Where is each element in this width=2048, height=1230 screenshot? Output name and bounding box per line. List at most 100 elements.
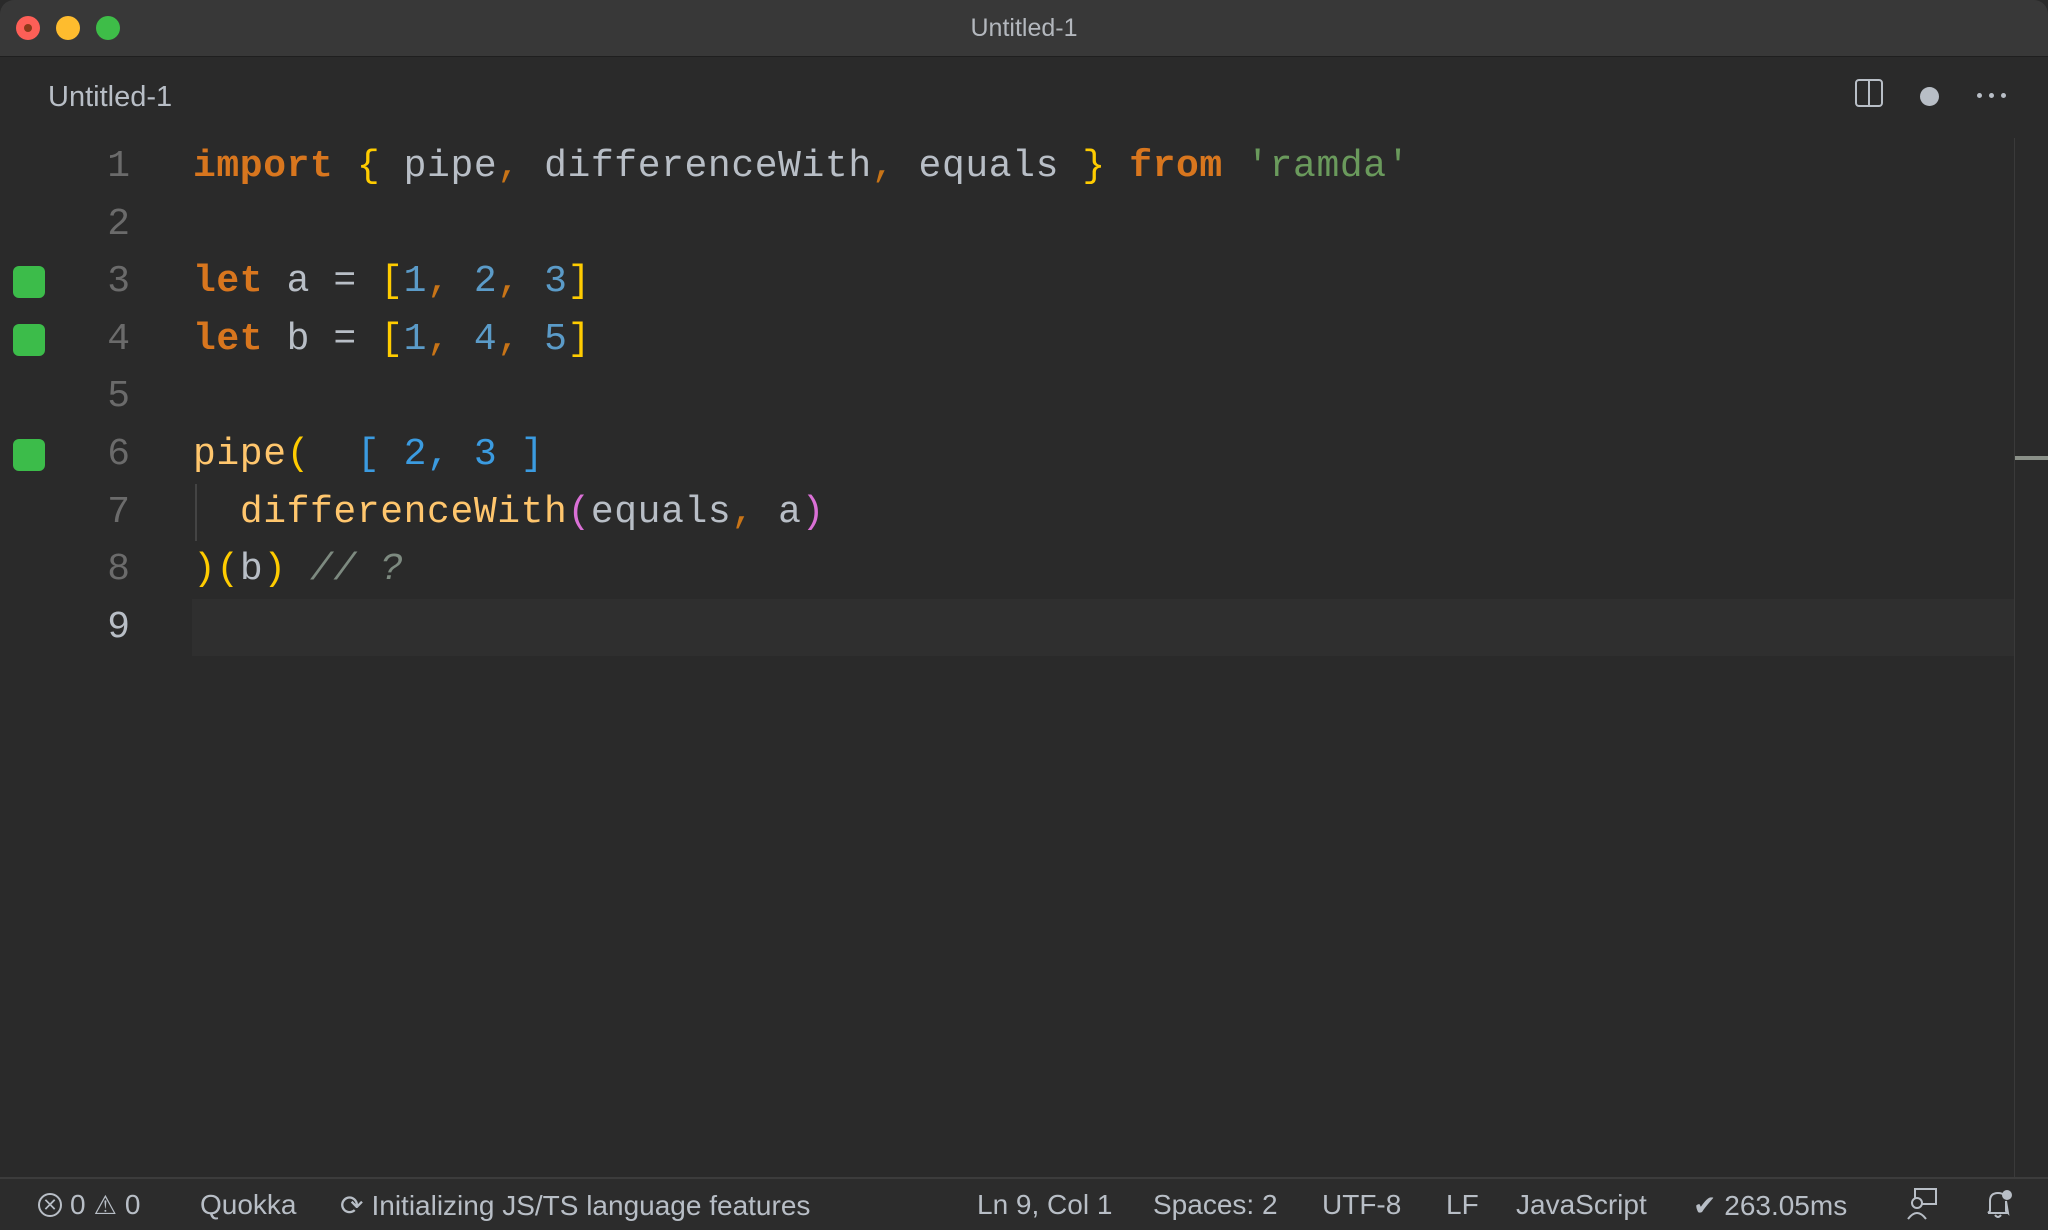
code-line[interactable]: 7 differenceWith(equals, a) xyxy=(0,483,2014,542)
code-token: , xyxy=(427,317,451,361)
code-token: , xyxy=(497,317,521,361)
title-bar: Untitled-1 xyxy=(0,0,2048,57)
line-number: 7 xyxy=(107,490,130,534)
code-token: [ xyxy=(380,260,404,304)
editor-tab-bar: Untitled-1 xyxy=(0,57,2048,137)
problems-indicator[interactable]: ✕ 0 ⚠ 0 xyxy=(38,1189,140,1221)
code-token: ( xyxy=(286,433,311,476)
code-token: equals xyxy=(590,490,732,534)
code-token: , xyxy=(497,260,521,304)
split-editor-icon[interactable] xyxy=(1855,79,1883,107)
quokka-status[interactable]: Quokka xyxy=(200,1189,297,1221)
more-actions-icon[interactable] xyxy=(1977,93,2007,99)
line-number: 9 xyxy=(107,605,130,649)
code-line[interactable]: 2 xyxy=(0,196,2014,254)
code-token: let xyxy=(193,317,264,361)
encoding[interactable]: UTF-8 xyxy=(1322,1189,1401,1221)
code-token: { xyxy=(356,145,381,188)
code-token: pipe xyxy=(380,145,498,188)
language-mode[interactable]: JavaScript xyxy=(1516,1189,1647,1221)
line-code[interactable]: pipe( [ 2, 3 ] xyxy=(193,426,544,484)
indentation[interactable]: Spaces: 2 xyxy=(1153,1189,1278,1221)
code-token: 'ramda' xyxy=(1246,145,1411,188)
cursor-position-marker xyxy=(2015,456,2048,460)
quokka-timing[interactable]: ✔ 263.05ms xyxy=(1693,1189,1847,1222)
code-line[interactable]: 5 xyxy=(0,368,2014,426)
line-number: 8 xyxy=(107,548,130,592)
line-number: 5 xyxy=(107,375,130,419)
current-line-highlight xyxy=(192,598,2014,657)
code-token: a = xyxy=(263,260,381,304)
quokka-coverage-marker[interactable] xyxy=(13,266,45,299)
code-line[interactable]: 9 xyxy=(0,598,2014,657)
code-token: , xyxy=(731,490,755,534)
code-token: 5 xyxy=(544,317,568,361)
code-token: equals xyxy=(895,145,1083,188)
line-ending[interactable]: LF xyxy=(1446,1189,1479,1221)
tab-untitled-1[interactable]: Untitled-1 xyxy=(48,81,172,114)
code-token: ) xyxy=(193,548,217,592)
code-token: ) xyxy=(263,548,287,592)
line-code[interactable]: let a = [1, 2, 3] xyxy=(193,253,591,311)
code-token: [ xyxy=(380,317,404,361)
code-token: , xyxy=(427,260,451,304)
status-bar: ✕ 0 ⚠ 0 Quokka ⟳ Initializing JS/TS lang… xyxy=(0,1177,2048,1230)
code-token: 3 xyxy=(544,260,568,304)
quokka-inline-result: [ 2, 3 ] xyxy=(310,433,545,476)
code-token: 2 xyxy=(473,260,498,304)
code-token: differenceWith xyxy=(239,490,568,534)
code-token: let xyxy=(193,260,264,304)
notifications-bell-icon[interactable] xyxy=(1982,1187,2016,1221)
error-count: 0 xyxy=(70,1189,86,1220)
code-token: ( xyxy=(567,490,591,534)
code-token: , xyxy=(871,145,896,188)
cursor-position[interactable]: Ln 9, Col 1 xyxy=(977,1189,1112,1221)
code-line[interactable]: 1 import { pipe, differenceWith, equals }… xyxy=(0,138,2014,196)
line-code[interactable]: differenceWith(equals, a) xyxy=(193,484,825,542)
code-token: ] xyxy=(567,317,591,361)
code-line[interactable]: 8)(b) // ? xyxy=(0,541,2014,599)
window-title: Untitled-1 xyxy=(970,14,1078,42)
code-token: from xyxy=(1129,145,1223,188)
code-token: 1 xyxy=(403,260,428,304)
line-number: 3 xyxy=(107,260,130,304)
code-line[interactable]: 3 let a = [1, 2, 3] xyxy=(0,253,2014,311)
code-token: b xyxy=(239,548,264,592)
code-token: ) xyxy=(801,490,825,534)
feedback-icon[interactable] xyxy=(1906,1187,1938,1221)
code-token: b = xyxy=(263,317,381,361)
line-code[interactable]: import { pipe, differenceWith, equals } … xyxy=(193,138,1410,196)
code-token: import xyxy=(193,145,334,188)
warning-icon: ⚠ xyxy=(93,1189,117,1220)
code-token: pipe xyxy=(193,433,287,476)
code-line[interactable]: 6 pipe( [ 2, 3 ] xyxy=(0,426,2014,484)
vertical-scrollbar[interactable] xyxy=(2014,138,2048,1178)
code-editor[interactable]: 1 import { pipe, differenceWith, equals }… xyxy=(0,138,2014,1178)
code-token: 1 xyxy=(403,317,428,361)
line-number: 4 xyxy=(107,317,130,361)
code-token: // ? xyxy=(310,548,404,592)
code-token: ] xyxy=(567,260,591,304)
code-line[interactable]: 4 let b = [1, 4, 5] xyxy=(0,311,2014,369)
line-number: 1 xyxy=(107,145,130,188)
line-number: 2 xyxy=(107,202,130,246)
quokka-coverage-marker[interactable] xyxy=(13,439,45,471)
language-status[interactable]: ⟳ Initializing JS/TS language features xyxy=(340,1189,810,1222)
quokka-coverage-marker[interactable] xyxy=(13,323,45,356)
line-code[interactable]: let b = [1, 4, 5] xyxy=(193,311,591,369)
code-token: differenceWith xyxy=(520,145,872,188)
sync-icon: ⟳ xyxy=(340,1190,364,1221)
code-token: ( xyxy=(216,548,240,592)
line-number: 6 xyxy=(107,433,130,476)
warning-count: 0 xyxy=(124,1189,141,1220)
line-code[interactable]: )(b) // ? xyxy=(193,541,404,599)
unsaved-dot-icon[interactable] xyxy=(1920,87,1939,106)
code-token: a xyxy=(754,490,802,534)
